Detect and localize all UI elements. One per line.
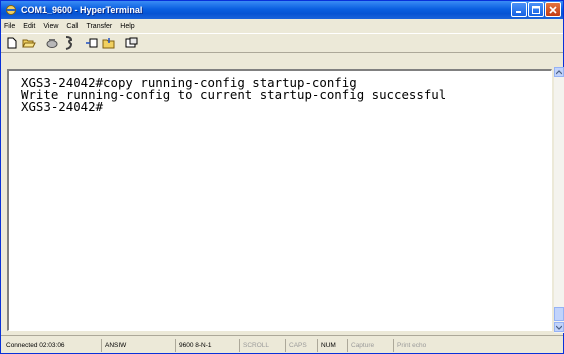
status-emulation: ANSIW	[101, 339, 175, 352]
menu-file[interactable]: File	[4, 23, 15, 30]
settings-icon[interactable]	[124, 35, 140, 51]
terminal-screen[interactable]: XGS3-24042#copy running-config startup-c…	[7, 69, 552, 331]
close-icon	[549, 5, 557, 14]
maximize-icon	[532, 5, 540, 14]
menu-view[interactable]: View	[43, 23, 58, 30]
menu-call[interactable]: Call	[66, 23, 78, 30]
properties-phone-icon[interactable]	[61, 35, 77, 51]
window-title: COM1_9600 - HyperTerminal	[21, 5, 143, 15]
menu-help[interactable]: Help	[120, 23, 134, 30]
scroll-up-button[interactable]	[554, 67, 564, 77]
window-controls	[511, 2, 561, 17]
status-caps: CAPS	[285, 339, 317, 352]
send-icon[interactable]	[84, 35, 100, 51]
status-port-settings: 9600 8-N-1	[175, 339, 239, 352]
hyperterminal-window: COM1_9600 - HyperTerminal File Edit View…	[0, 0, 564, 354]
open-icon[interactable]	[21, 35, 37, 51]
status-print-echo: Print echo	[393, 339, 453, 352]
scroll-thumb[interactable]	[554, 307, 564, 321]
menu-bar: File Edit View Call Transfer Help	[1, 19, 563, 33]
close-button[interactable]	[545, 2, 561, 17]
minimize-icon	[516, 10, 521, 13]
status-scroll: SCROLL	[239, 339, 285, 352]
menu-edit[interactable]: Edit	[23, 23, 35, 30]
scroll-down-button[interactable]	[554, 322, 564, 332]
receive-icon[interactable]	[101, 35, 117, 51]
maximize-button[interactable]	[528, 2, 544, 17]
toolbar	[1, 33, 563, 53]
status-capture: Capture	[347, 339, 393, 352]
minimize-button[interactable]	[511, 2, 527, 17]
new-icon[interactable]	[4, 35, 20, 51]
title-bar[interactable]: COM1_9600 - HyperTerminal	[1, 1, 563, 19]
menu-transfer[interactable]: Transfer	[86, 23, 112, 30]
chevron-up-icon	[556, 69, 562, 74]
hyperterminal-app-icon	[4, 3, 18, 17]
chevron-down-icon	[556, 325, 562, 330]
terminal-line: XGS3-24042#	[21, 99, 104, 114]
disconnect-icon[interactable]	[44, 35, 60, 51]
vertical-scrollbar[interactable]	[554, 67, 564, 333]
status-bar: Connected 02:03:06 ANSIW 9600 8-N-1 SCRO…	[1, 335, 563, 353]
status-connected-time: Connected 02:03:06	[6, 342, 65, 349]
status-num: NUM	[317, 339, 347, 352]
